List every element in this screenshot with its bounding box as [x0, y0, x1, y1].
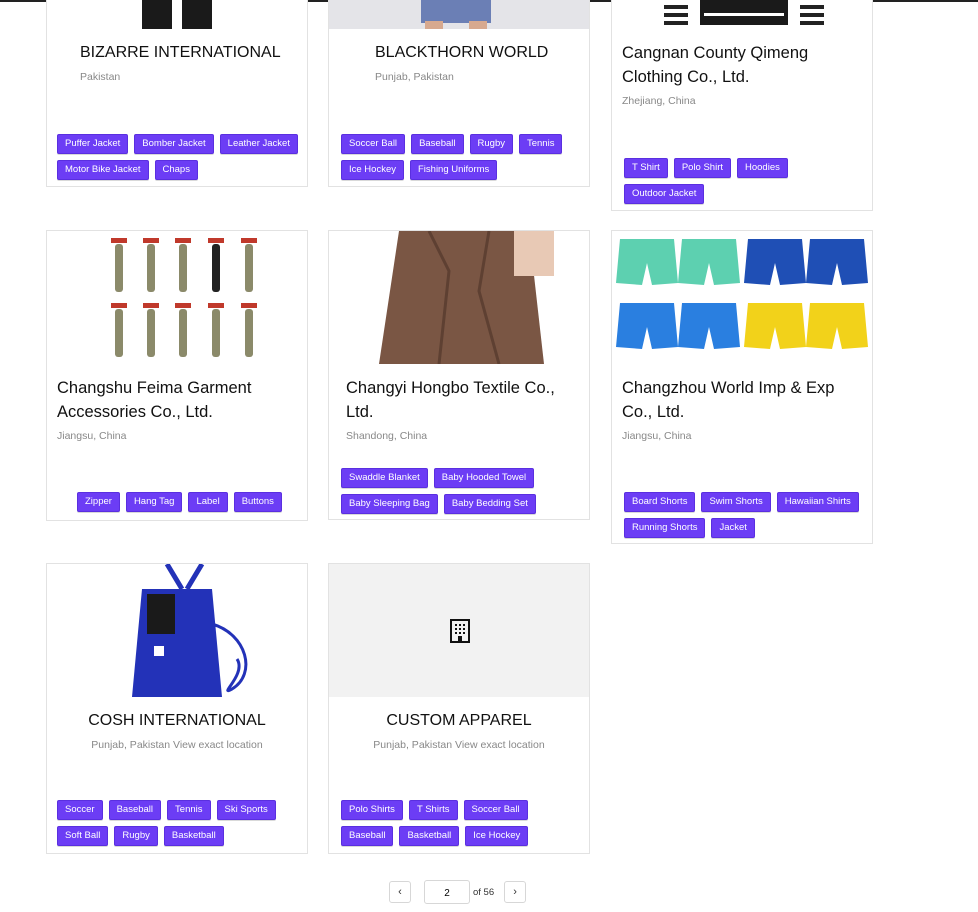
supplier-name[interactable]: Cangnan County Qimeng Clothing Co., Ltd.: [622, 41, 862, 89]
tag[interactable]: Basketball: [399, 826, 460, 846]
tag[interactable]: Leather Jacket: [219, 134, 298, 154]
tag[interactable]: Baby Hooded Towel: [433, 468, 535, 488]
tag[interactable]: Bomber Jacket: [134, 134, 214, 154]
tag[interactable]: Rugby: [114, 826, 158, 846]
tag[interactable]: Jacket: [711, 518, 755, 538]
sports-gear-image: [47, 564, 307, 697]
tag[interactable]: Soccer Ball: [463, 800, 528, 820]
page-number-input[interactable]: [424, 880, 470, 904]
tag[interactable]: Hoodies: [737, 158, 788, 178]
tag[interactable]: Baby Bedding Set: [443, 494, 536, 514]
prev-page-button[interactable]: ‹: [389, 881, 411, 903]
supplier-image[interactable]: [612, 0, 872, 29]
supplier-card[interactable]: COSH INTERNATIONAL Punjab, Pakistan View…: [46, 563, 308, 854]
tag[interactable]: Hang Tag: [125, 492, 183, 512]
supplier-location: Punjab, Pakistan View exact location: [373, 739, 545, 751]
supplier-name[interactable]: Changzhou World Imp & Exp Co., Ltd.: [622, 376, 862, 424]
supplier-card[interactable]: BLACKTHORN WORLD Punjab, Pakistan Soccer…: [328, 0, 590, 187]
tag[interactable]: Soccer: [57, 800, 103, 820]
tag[interactable]: Zipper: [77, 492, 120, 512]
zipper-image: [111, 238, 257, 357]
building-icon: [450, 619, 470, 643]
supplier-image[interactable]: [47, 564, 307, 697]
tag[interactable]: Outdoor Jacket: [624, 184, 705, 204]
chevron-right-icon: ›: [513, 886, 517, 898]
tag[interactable]: Label: [188, 492, 228, 512]
tag[interactable]: Baseball: [341, 826, 394, 846]
tag[interactable]: Swim Shorts: [701, 492, 771, 512]
tag[interactable]: Hawaiian Shirts: [776, 492, 859, 512]
tag[interactable]: Chaps: [154, 160, 198, 180]
supplier-image[interactable]: [47, 0, 307, 29]
supplier-name[interactable]: Changyi Hongbo Textile Co., Ltd.: [346, 376, 579, 424]
tag[interactable]: Ice Hockey: [465, 826, 529, 846]
tag[interactable]: T Shirts: [408, 800, 458, 820]
tag[interactable]: Polo Shirt: [673, 158, 731, 178]
tag[interactable]: Baseball: [411, 134, 464, 154]
supplier-location: Jiangsu, China: [57, 430, 127, 442]
supplier-name[interactable]: CUSTOM APPAREL: [329, 709, 589, 733]
chevron-left-icon: ‹: [398, 886, 402, 898]
pants-image: [142, 0, 212, 29]
tag[interactable]: Tennis: [167, 800, 211, 820]
tag[interactable]: Polo Shirts: [341, 800, 403, 820]
supplier-card[interactable]: Cangnan County Qimeng Clothing Co., Ltd.…: [611, 0, 873, 211]
tag[interactable]: Running Shorts: [624, 518, 706, 538]
tag[interactable]: Baseball: [108, 800, 162, 820]
page-count: of 56: [473, 886, 495, 898]
supplier-image[interactable]: [612, 231, 872, 364]
tag[interactable]: Buttons: [233, 492, 282, 512]
tag[interactable]: Board Shorts: [624, 492, 696, 512]
tag[interactable]: Soccer Ball: [341, 134, 406, 154]
supplier-name[interactable]: BIZARRE INTERNATIONAL: [80, 41, 297, 65]
supplier-image[interactable]: [47, 231, 307, 364]
tag[interactable]: Soft Ball: [57, 826, 109, 846]
supplier-image[interactable]: [329, 231, 589, 364]
tag[interactable]: Tennis: [518, 134, 563, 154]
tag[interactable]: Swaddle Blanket: [341, 468, 428, 488]
next-page-button[interactable]: ›: [504, 881, 527, 903]
supplier-card[interactable]: CUSTOM APPAREL Punjab, Pakistan View exa…: [328, 563, 590, 854]
supplier-card[interactable]: Changshu Feima Garment Accessories Co., …: [46, 230, 308, 521]
supplier-card[interactable]: Changzhou World Imp & Exp Co., Ltd. Jian…: [611, 230, 873, 544]
supplier-card[interactable]: BIZARRE INTERNATIONAL Pakistan Puffer Ja…: [46, 0, 308, 187]
supplier-location: Punjab, Pakistan View exact location: [91, 739, 263, 751]
tag[interactable]: Ski Sports: [216, 800, 276, 820]
supplier-name[interactable]: Changshu Feima Garment Accessories Co., …: [57, 376, 297, 424]
tag[interactable]: Fishing Uniforms: [410, 160, 498, 180]
supplier-location: Punjab, Pakistan: [375, 71, 454, 83]
supplier-location: Jiangsu, China: [622, 430, 692, 442]
supplier-location: Shandong, China: [346, 430, 428, 442]
supplier-location: Pakistan: [80, 71, 121, 83]
supplier-card[interactable]: Changyi Hongbo Textile Co., Ltd. Shandon…: [328, 230, 590, 520]
tag[interactable]: Puffer Jacket: [57, 134, 129, 154]
tag[interactable]: Baby Sleeping Bag: [341, 494, 438, 514]
pagination: ‹ of 56 ›: [389, 880, 527, 904]
tag[interactable]: T Shirt: [624, 158, 668, 178]
supplier-image-placeholder[interactable]: [329, 564, 589, 697]
tag[interactable]: Motor Bike Jacket: [57, 160, 149, 180]
jacket-image: [664, 0, 824, 29]
supplier-name[interactable]: COSH INTERNATIONAL: [47, 709, 307, 733]
supplier-location: Zhejiang, China: [622, 95, 696, 107]
tag[interactable]: Ice Hockey: [341, 160, 404, 180]
tag[interactable]: Basketball: [163, 826, 224, 846]
supplier-name[interactable]: BLACKTHORN WORLD: [375, 41, 579, 65]
board-shorts-image: [616, 239, 868, 349]
supplier-image[interactable]: [329, 0, 589, 29]
tag[interactable]: Rugby: [469, 134, 513, 154]
shorts-model-image: [329, 0, 589, 29]
nursing-cover-image: [329, 231, 589, 364]
